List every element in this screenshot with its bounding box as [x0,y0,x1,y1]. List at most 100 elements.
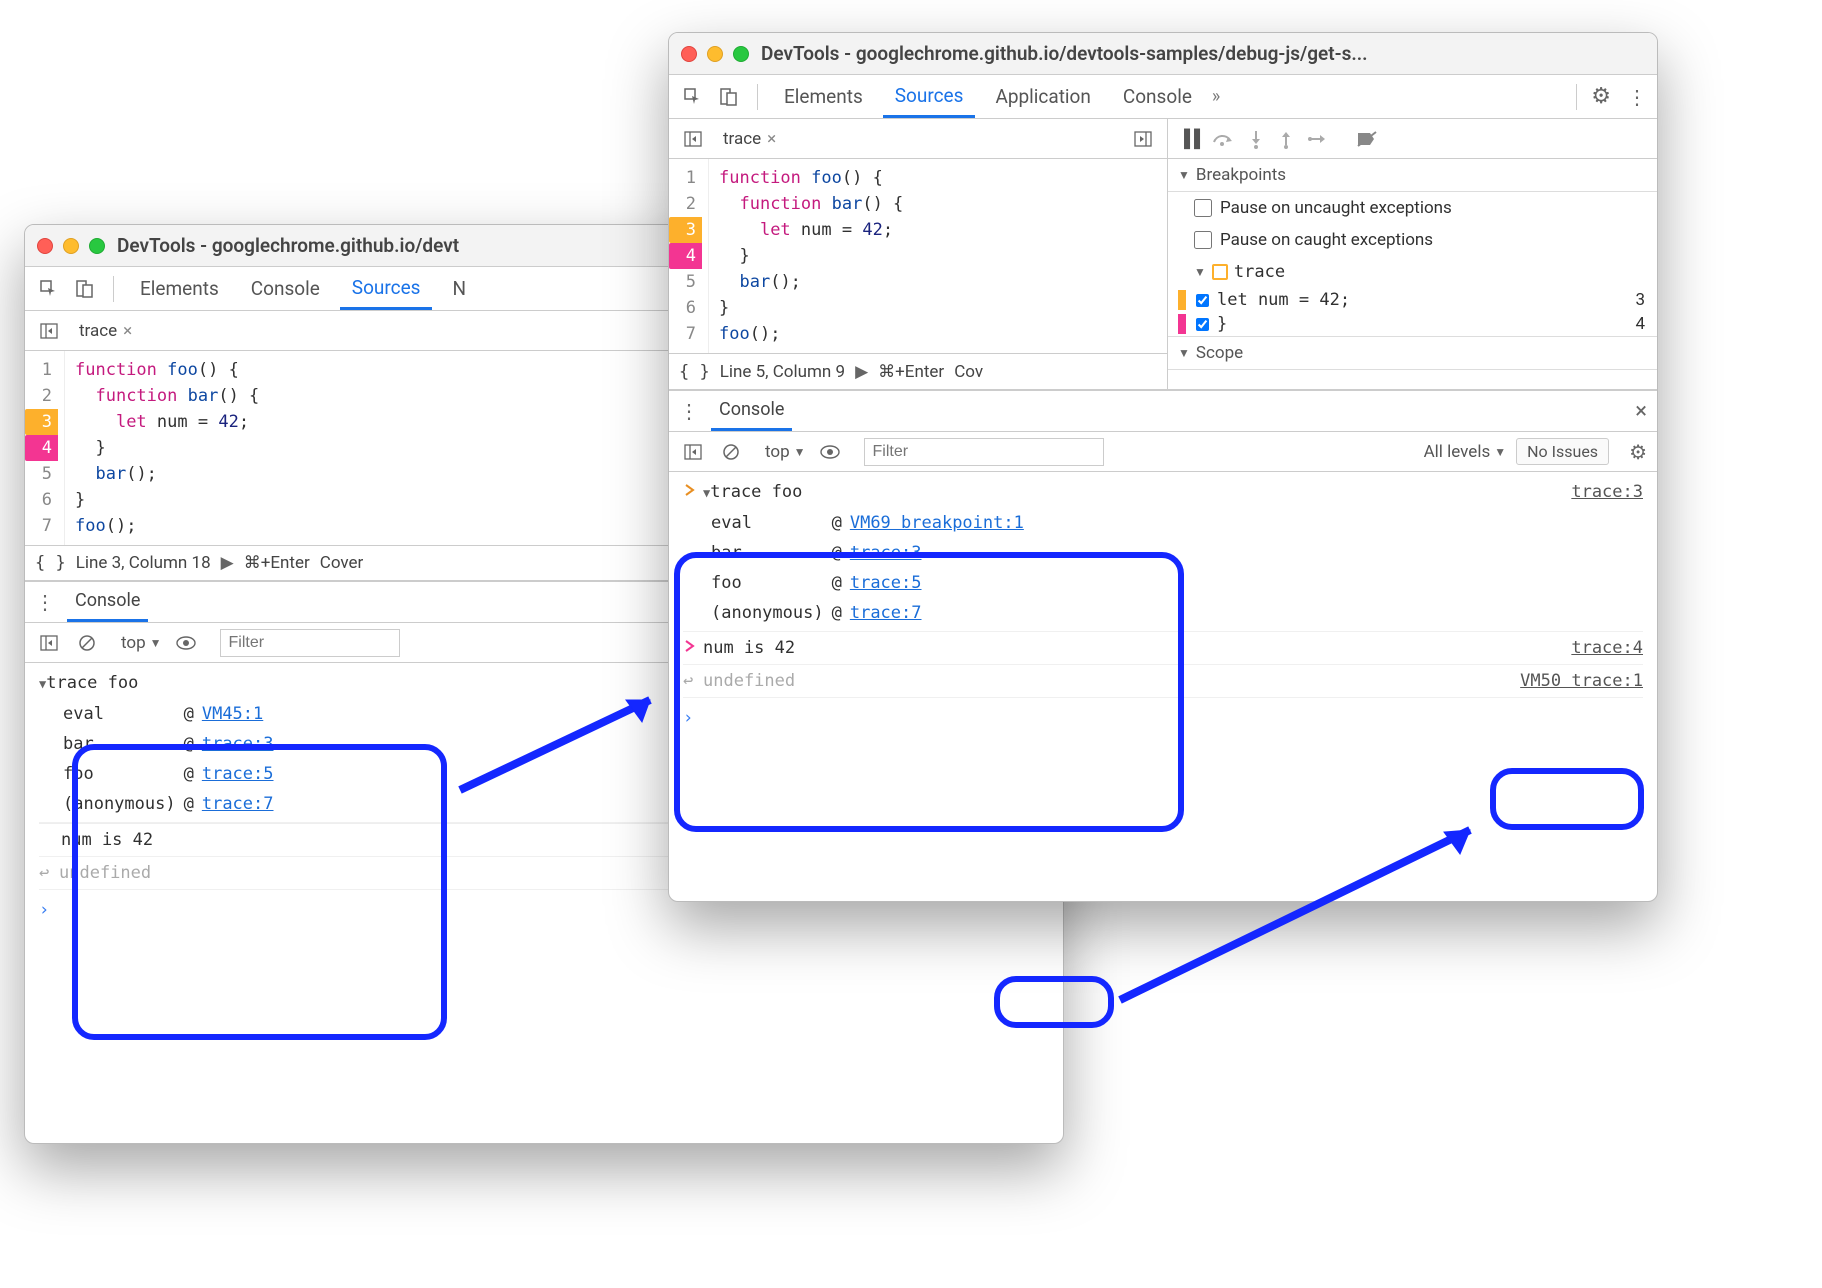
live-expr-icon[interactable] [172,629,200,657]
caret-icon [683,478,703,506]
source-link[interactable]: VM45:1 [202,704,263,724]
bp-file-row[interactable]: ▼ trace [1168,256,1657,288]
levels-selector[interactable]: All levels ▼ [1424,442,1507,462]
editor-row: 1 2 3 4 5 6 7 function foo() { function … [669,159,1167,353]
close-icon[interactable] [37,238,53,254]
deactivate-breakpoints-icon[interactable] [1356,130,1378,148]
step-over-icon[interactable] [1212,130,1234,148]
close-tab-icon[interactable]: × [123,321,132,341]
bp-line-number: 3 [1635,290,1645,310]
close-icon[interactable] [681,46,697,62]
close-tab-icon[interactable]: × [767,129,776,149]
step-out-icon[interactable] [1278,129,1294,149]
prompt-icon[interactable]: › [39,900,49,920]
sidebar-toggle-icon[interactable] [679,438,707,466]
tab-application[interactable]: Application [983,75,1102,118]
pause-icon[interactable]: ▐▐ [1178,129,1198,149]
console-settings-icon[interactable]: ⚙ [1629,440,1647,464]
source-link[interactable]: trace:5 [202,764,274,784]
stack-frame[interactable]: foo@trace:5 [63,760,280,788]
tab-elements[interactable]: Elements [128,267,231,310]
stack-frame[interactable]: foo@trace:5 [711,569,1030,597]
format-button[interactable]: { } [35,553,66,573]
stack-frame[interactable]: (anonymous)@trace:7 [711,599,1030,627]
trace-header[interactable]: trace foo [710,482,802,502]
step-icon[interactable] [1308,131,1328,147]
debugger-toggle-icon[interactable] [1129,125,1157,153]
source-link[interactable]: trace:5 [850,573,922,593]
return-value: undefined [703,667,1520,695]
checkbox[interactable] [1194,231,1212,249]
device-icon[interactable] [715,83,743,111]
stack-frame[interactable]: eval@VM69 breakpoint:1 [711,509,1030,537]
prompt-icon[interactable]: › [683,708,693,728]
bp-checkbox[interactable] [1196,294,1209,307]
debugger-controls: ▐▐ [1168,119,1657,159]
more-icon[interactable]: ⋮ [35,590,55,614]
source-link[interactable]: trace:3 [1571,478,1643,506]
minimize-icon[interactable] [63,238,79,254]
more-icon[interactable]: ⋮ [679,399,699,423]
drawer-tab-console[interactable]: Console [711,391,792,431]
source-link[interactable]: VM69 breakpoint:1 [850,513,1024,533]
file-tab-trace[interactable]: trace × [715,129,784,149]
file-tab-trace[interactable]: trace × [71,321,140,341]
checkbox[interactable] [1194,199,1212,217]
trace-header[interactable]: trace foo [46,673,138,693]
file-tab-label: trace [723,129,761,149]
tab-sources[interactable]: Sources [340,267,433,310]
line-gutter[interactable]: 1 2 3 4 5 6 7 [25,351,65,545]
tab-console[interactable]: Console [1111,75,1204,118]
device-icon[interactable] [71,275,99,303]
tab-elements[interactable]: Elements [772,75,875,118]
filter-input[interactable] [220,629,400,657]
issues-pill[interactable]: No Issues [1516,438,1609,465]
stack-frame[interactable]: (anonymous)@trace:7 [63,790,280,818]
minimize-icon[interactable] [707,46,723,62]
drawer-tab-console[interactable]: Console [67,582,148,622]
source-link[interactable]: trace:7 [202,794,274,814]
pause-caught-toggle[interactable]: Pause on caught exceptions [1168,224,1657,256]
stack-frame[interactable]: eval@VM45:1 [63,700,280,728]
tab-console[interactable]: Console [239,267,332,310]
format-button[interactable]: { } [679,362,710,382]
pause-uncaught-toggle[interactable]: Pause on uncaught exceptions [1168,192,1657,224]
titlebar: DevTools - googlechrome.github.io/devtoo… [669,33,1657,75]
tab-sources[interactable]: Sources [883,75,976,118]
line-gutter[interactable]: 1 2 3 4 5 6 7 [669,159,709,353]
stack-frame[interactable]: bar@trace:3 [711,539,1030,567]
context-selector[interactable]: top▼ [765,442,806,462]
more-icon[interactable]: ⋮ [1627,85,1647,109]
source-code[interactable]: function foo() { function bar() { let nu… [709,159,1167,353]
inspect-icon[interactable] [35,275,63,303]
source-link[interactable]: VM50 trace:1 [1520,667,1643,695]
more-tabs-icon[interactable]: » [1212,86,1220,107]
step-into-icon[interactable] [1248,129,1264,149]
clear-console-icon[interactable] [717,438,745,466]
script-icon [1212,264,1228,280]
clear-console-icon[interactable] [73,629,101,657]
source-link[interactable]: trace:3 [202,734,274,754]
close-drawer-icon[interactable]: × [1635,399,1647,424]
return-caret-icon: ↩ [683,667,703,695]
navigator-toggle-icon[interactable] [35,317,63,345]
traffic-lights [681,46,749,62]
navigator-toggle-icon[interactable] [679,125,707,153]
bp-checkbox[interactable] [1196,318,1209,331]
scope-header[interactable]: ▼Scope [1168,336,1657,370]
maximize-icon[interactable] [89,238,105,254]
maximize-icon[interactable] [733,46,749,62]
console-body: ▼trace foo eval@VM69 breakpoint:1 bar@tr… [669,472,1657,736]
filter-input[interactable] [864,438,1104,466]
breakpoints-header[interactable]: ▼Breakpoints [1168,159,1657,192]
settings-icon[interactable]: ⚙ [1591,84,1611,109]
source-link[interactable]: trace:7 [850,603,922,623]
live-expr-icon[interactable] [816,438,844,466]
stack-frame[interactable]: bar@trace:3 [63,730,280,758]
source-link[interactable]: trace:4 [1571,634,1643,662]
inspect-icon[interactable] [679,83,707,111]
tab-next[interactable]: N [440,267,466,310]
context-selector[interactable]: top▼ [121,633,162,653]
source-link[interactable]: trace:3 [850,543,922,563]
sidebar-toggle-icon[interactable] [35,629,63,657]
